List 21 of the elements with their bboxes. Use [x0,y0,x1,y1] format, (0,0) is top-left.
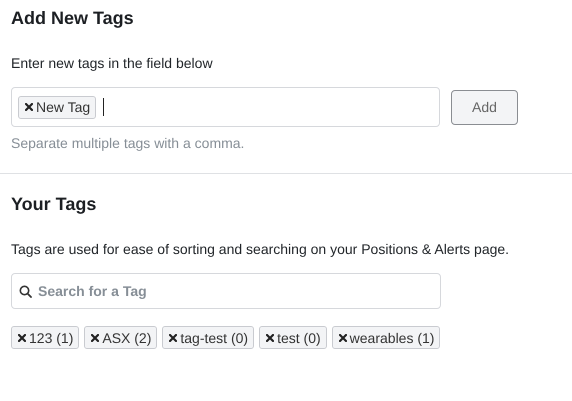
tag-label: ASX (2) [102,330,152,346]
remove-icon[interactable] [91,334,100,342]
remove-icon[interactable] [338,334,347,342]
tag-label: test (0) [277,330,321,346]
section-title: Add New Tags [11,8,134,29]
add-button[interactable]: Add [451,90,518,124]
section-title: Your Tags [11,194,96,215]
tag-label: wearables (1) [350,330,434,346]
remove-icon[interactable] [25,103,33,111]
remove-icon[interactable] [266,334,274,342]
remove-icon[interactable] [169,334,178,342]
remove-icon[interactable] [18,334,26,342]
tag-label: 123 (1) [29,330,74,346]
tag-label: tag-test (0) [180,330,248,346]
tag-label: New Tag [36,99,90,115]
description-text: Tags are used for ease of sorting and searching on your Positions & Alerts page. [11,241,510,257]
instruction-text: Enter new tags in the field below [11,55,213,71]
search-field[interactable]: Search for a Tag [11,273,441,309]
hint-text: Separate multiple tags with a comma. [11,135,244,151]
tag-input-field[interactable]: New Tag [11,87,440,127]
search-icon [19,285,32,298]
